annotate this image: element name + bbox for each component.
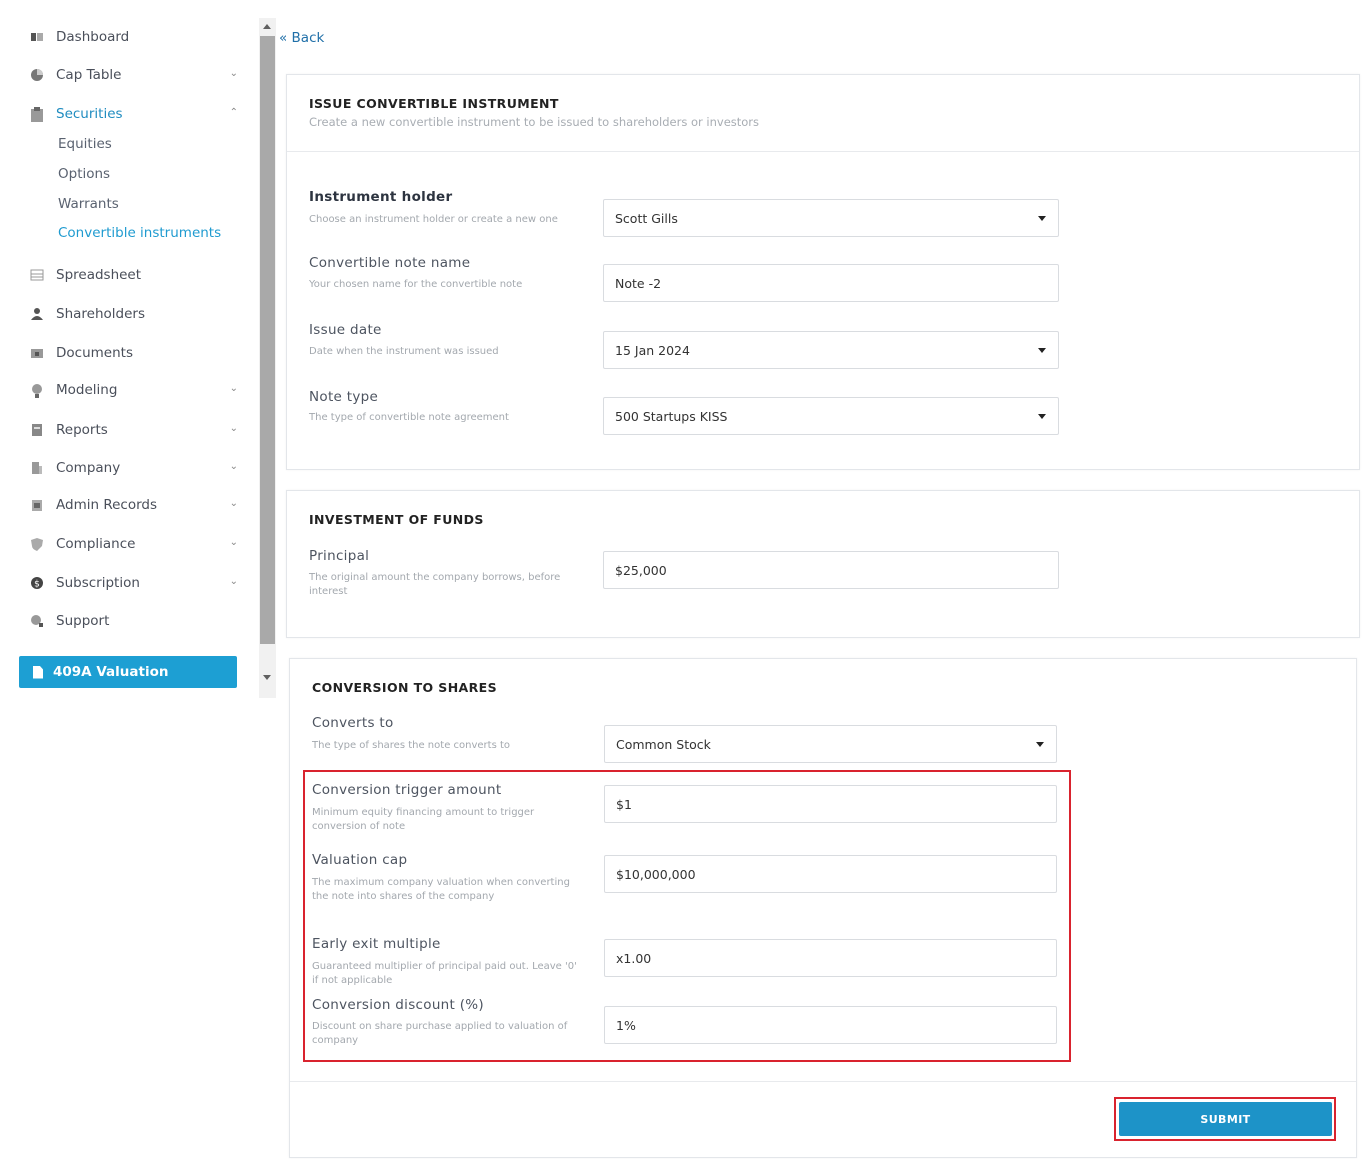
sidebar-item-spreadsheet[interactable]: Spreadsheet <box>30 264 242 286</box>
sidebar-item-label: Cap Table <box>56 67 122 83</box>
scroll-thumb[interactable] <box>260 36 275 644</box>
note-type-value: 500 Startups KISS <box>615 408 728 424</box>
issue-date-help: Date when the instrument was issued <box>309 346 499 357</box>
chevron-down-icon: ⌄ <box>229 68 238 79</box>
building-icon <box>30 461 44 475</box>
valuation-label: 409A Valuation <box>53 664 169 680</box>
sidebar-item-label: Reports <box>56 422 108 438</box>
chevron-down-icon: ⌄ <box>229 498 238 509</box>
svg-text:$: $ <box>34 580 40 590</box>
sidebar-item-label: Documents <box>56 345 133 361</box>
table-icon <box>30 268 44 282</box>
sidebar-item-label: Spreadsheet <box>56 267 142 283</box>
sidebar-item-label: Securities <box>56 106 123 122</box>
sidebar-item-label: Company <box>56 460 121 476</box>
highlight-box-conversion-fields <box>303 770 1071 1062</box>
panel-title: INVESTMENT OF FUNDS <box>309 512 484 527</box>
chevron-down-icon: ⌄ <box>229 537 238 548</box>
sidebar-item-modeling[interactable]: Modeling ⌄ <box>30 379 242 401</box>
scroll-up-arrow-icon[interactable] <box>263 24 271 29</box>
sidebar: Dashboard Cap Table ⌄ Securities ⌃ Equit… <box>0 0 258 700</box>
sidebar-item-label: Modeling <box>56 382 118 398</box>
principal-help: The original amount the company borrows,… <box>309 572 561 597</box>
clipboard-icon <box>30 107 44 122</box>
sidebar-subitem-convertible-instruments[interactable]: Convertible instruments <box>58 225 221 241</box>
sidebar-subitem-equities[interactable]: Equities <box>58 136 112 152</box>
sidebar-item-label: Compliance <box>56 536 136 552</box>
issue-date-label: Issue date <box>309 322 382 338</box>
records-icon <box>30 498 44 512</box>
chevron-down-icon: ⌄ <box>229 383 238 394</box>
caret-down-icon <box>1038 348 1046 353</box>
sidebar-subitem-options[interactable]: Options <box>58 166 110 182</box>
caret-down-icon <box>1038 216 1046 221</box>
sidebar-item-label: Shareholders <box>56 306 145 322</box>
divider <box>287 151 1359 152</box>
lightbulb-icon <box>30 383 44 398</box>
principal-label: Principal <box>309 548 370 564</box>
instrument-holder-value: Scott Gills <box>615 210 678 226</box>
scroll-down-arrow-icon[interactable] <box>263 675 271 680</box>
dashboard-icon <box>30 30 44 44</box>
caret-down-icon <box>1038 414 1046 419</box>
panel-subtitle: Create a new convertible instrument to b… <box>309 115 760 129</box>
sidebar-item-label: Dashboard <box>56 29 130 45</box>
chevron-up-icon: ⌃ <box>229 107 238 118</box>
converts-to-label: Converts to <box>312 715 394 731</box>
submit-button[interactable]: SUBMIT <box>1119 1102 1332 1136</box>
shield-icon <box>30 537 44 551</box>
report-icon <box>30 423 44 437</box>
sidebar-item-company[interactable]: Company ⌄ <box>30 457 242 479</box>
sidebar-item-label: Admin Records <box>56 497 157 513</box>
sidebar-item-label: Subscription <box>56 575 140 591</box>
issue-instrument-panel: ISSUE CONVERTIBLE INSTRUMENT Create a ne… <box>286 74 1360 470</box>
principal-input[interactable]: $25,000 <box>603 551 1059 589</box>
panel-title: ISSUE CONVERTIBLE INSTRUMENT <box>309 96 559 111</box>
instrument-holder-label: Instrument holder <box>309 189 453 205</box>
note-type-help: The type of convertible note agreement <box>309 412 509 423</box>
chevron-down-icon: ⌄ <box>229 576 238 587</box>
sidebar-item-reports[interactable]: Reports ⌄ <box>30 419 242 441</box>
sidebar-item-support[interactable]: Support <box>30 610 242 632</box>
instrument-holder-help: Choose an instrument holder or create a … <box>309 214 558 225</box>
divider <box>290 1081 1356 1082</box>
sidebar-item-dashboard[interactable]: Dashboard <box>30 26 242 48</box>
instrument-holder-select[interactable]: Scott Gills <box>603 199 1059 237</box>
note-name-value: Note -2 <box>615 275 662 291</box>
panel-title: CONVERSION TO SHARES <box>312 680 498 695</box>
issue-date-value: 15 Jan 2024 <box>615 342 690 358</box>
sidebar-item-label: Support <box>56 613 110 629</box>
chevron-down-icon: ⌄ <box>229 461 238 472</box>
sidebar-subitem-warrants[interactable]: Warrants <box>58 196 119 212</box>
sidebar-item-shareholders[interactable]: Shareholders <box>30 303 242 325</box>
person-icon <box>30 307 44 321</box>
support-icon <box>30 614 44 628</box>
investment-panel: INVESTMENT OF FUNDS Principal The origin… <box>286 490 1360 638</box>
note-type-label: Note type <box>309 389 379 405</box>
note-type-select[interactable]: 500 Startups KISS <box>603 397 1059 435</box>
dollar-icon: $ <box>30 576 44 590</box>
converts-to-help: The type of shares the note converts to <box>312 740 511 751</box>
converts-to-value: Common Stock <box>616 736 711 752</box>
sidebar-item-subscription[interactable]: $ Subscription ⌄ <box>30 572 242 594</box>
sidebar-item-compliance[interactable]: Compliance ⌄ <box>30 533 242 555</box>
issue-date-select[interactable]: 15 Jan 2024 <box>603 331 1059 369</box>
sidebar-item-admin-records[interactable]: Admin Records ⌄ <box>30 494 242 516</box>
sidebar-scrollbar[interactable] <box>259 18 276 698</box>
back-link[interactable]: « Back <box>279 30 324 46</box>
chevron-down-icon: ⌄ <box>229 423 238 434</box>
caret-down-icon <box>1036 742 1044 747</box>
sidebar-item-cap-table[interactable]: Cap Table ⌄ <box>30 64 242 86</box>
converts-to-select[interactable]: Common Stock <box>604 725 1057 763</box>
sidebar-item-securities[interactable]: Securities ⌃ <box>30 103 242 125</box>
document-icon <box>33 665 43 679</box>
note-name-help: Your chosen name for the convertible not… <box>309 279 523 290</box>
principal-value: $25,000 <box>615 562 667 578</box>
note-name-label: Convertible note name <box>309 255 471 271</box>
note-name-input[interactable]: Note -2 <box>603 264 1059 302</box>
sidebar-item-documents[interactable]: Documents <box>30 342 242 364</box>
409a-valuation-button[interactable]: 409A Valuation <box>19 656 237 688</box>
folder-icon <box>30 346 44 360</box>
pie-chart-icon <box>30 68 44 82</box>
